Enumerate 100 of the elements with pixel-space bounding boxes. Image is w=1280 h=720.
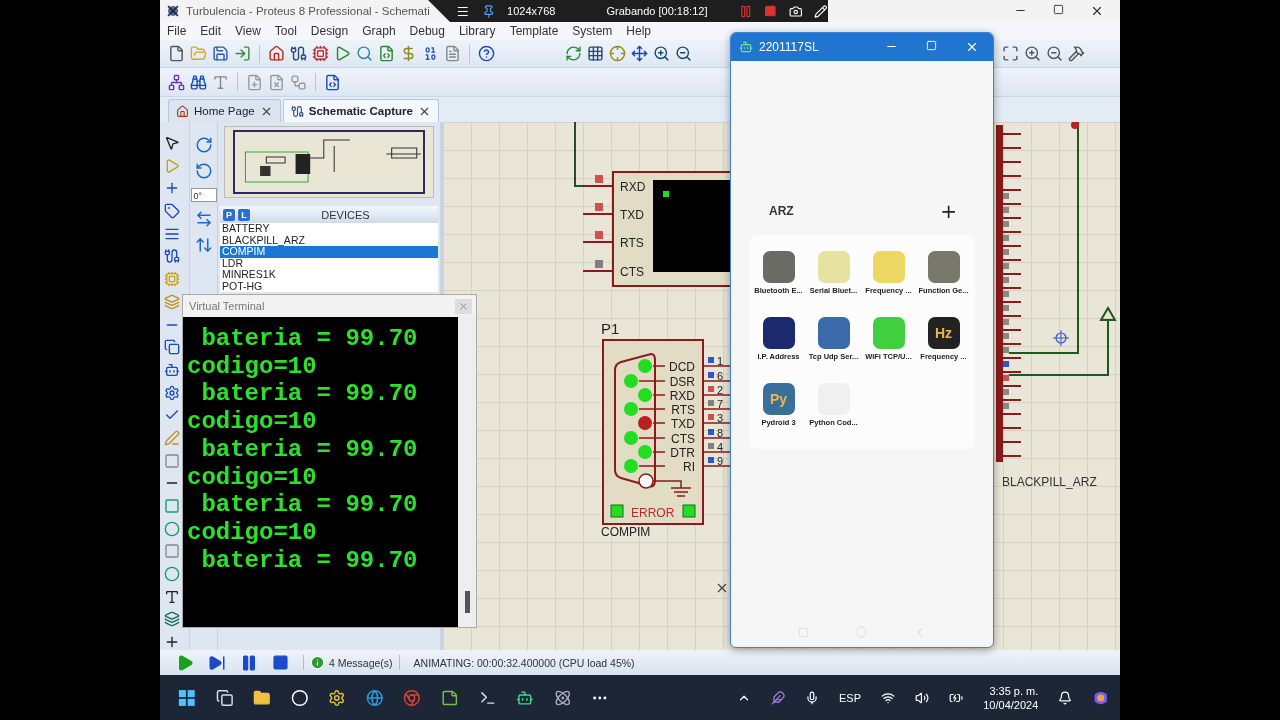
mode-button[interactable]: P bbox=[223, 208, 235, 221]
camera-icon[interactable] bbox=[788, 3, 803, 19]
zoom-out-icon[interactable] bbox=[1046, 45, 1063, 62]
close-icon[interactable] bbox=[1090, 4, 1104, 18]
cable-icon[interactable] bbox=[290, 45, 307, 62]
browser-icon[interactable] bbox=[365, 687, 384, 708]
message-count[interactable]: 4 Message(s) bbox=[329, 656, 393, 669]
pointer-icon[interactable] bbox=[164, 135, 180, 151]
rotate-clockwise-icon[interactable] bbox=[194, 136, 213, 154]
task-view-icon[interactable] bbox=[215, 687, 234, 708]
flip-horizontal-icon[interactable] bbox=[194, 210, 213, 228]
terminal-line: codigo=10 bbox=[187, 352, 318, 381]
notification-icon[interactable] bbox=[1058, 689, 1073, 706]
menu-item[interactable]: System bbox=[572, 24, 613, 38]
pause-icon[interactable] bbox=[738, 3, 753, 19]
simulation-status: ANIMATING: 00:00:32.400000 (CPU load 45%) bbox=[413, 656, 635, 669]
flip-vertical-icon[interactable] bbox=[194, 236, 213, 254]
device-item[interactable]: BLACKPILL_ARZ bbox=[220, 234, 438, 246]
device-item[interactable]: MINRES1K bbox=[220, 269, 438, 281]
text-icon[interactable] bbox=[164, 588, 180, 605]
enter-icon[interactable] bbox=[234, 45, 251, 62]
pencil-icon[interactable] bbox=[814, 3, 828, 19]
terminal-line: bateria = 99.70 bbox=[200, 435, 419, 464]
fit-icon[interactable] bbox=[1002, 45, 1019, 62]
crosshair-icon[interactable] bbox=[609, 45, 626, 62]
tab[interactable]: Schematic Capture bbox=[282, 99, 439, 122]
pause-icon[interactable] bbox=[240, 653, 258, 672]
step-icon[interactable] bbox=[208, 653, 226, 672]
language-indicator[interactable]: ESP bbox=[839, 691, 862, 704]
menu-item[interactable]: File bbox=[167, 24, 187, 38]
device-item[interactable]: LDR bbox=[220, 257, 438, 269]
indicator-square bbox=[682, 504, 696, 518]
play-icon[interactable] bbox=[176, 653, 194, 672]
menu-item[interactable]: Library bbox=[458, 24, 496, 38]
zoom-out-icon[interactable] bbox=[675, 45, 692, 62]
menu-item[interactable]: Debug bbox=[409, 24, 445, 38]
add-button[interactable]: + bbox=[940, 201, 957, 221]
microphone-icon[interactable] bbox=[804, 689, 820, 706]
pin-icon[interactable] bbox=[481, 3, 496, 19]
refresh-icon[interactable] bbox=[565, 45, 582, 62]
menu-item[interactable]: Help bbox=[626, 24, 652, 38]
zoom-in-icon[interactable] bbox=[653, 45, 670, 62]
start-icon[interactable] bbox=[178, 687, 196, 708]
menu-item[interactable]: Edit bbox=[200, 24, 222, 38]
circle-icon[interactable] bbox=[164, 520, 180, 537]
component-name: BLACKPILL_ARZ bbox=[1002, 475, 1097, 489]
zoom-in-icon[interactable] bbox=[1024, 45, 1041, 62]
scrollbar[interactable] bbox=[458, 317, 476, 627]
cable-icon[interactable] bbox=[164, 248, 180, 265]
clock-date[interactable]: 10/04/2024 bbox=[983, 698, 1039, 711]
feather-icon[interactable] bbox=[770, 689, 785, 706]
search-icon[interactable] bbox=[356, 45, 373, 62]
indicator-square bbox=[610, 504, 624, 518]
save-icon[interactable] bbox=[212, 45, 229, 62]
layers-icon[interactable] bbox=[164, 611, 180, 628]
binoculars-icon[interactable] bbox=[190, 73, 207, 91]
network-icon[interactable] bbox=[168, 73, 185, 91]
home-icon[interactable] bbox=[268, 45, 285, 62]
triangle-icon[interactable] bbox=[334, 45, 351, 62]
help-icon[interactable] bbox=[478, 45, 495, 62]
stop-icon[interactable] bbox=[272, 654, 289, 671]
device-item[interactable]: BATTERY bbox=[220, 223, 438, 235]
device-item[interactable]: COMPIM bbox=[220, 246, 438, 258]
clock-time[interactable]: 3:35 p. m. bbox=[989, 684, 1039, 697]
grid-icon[interactable] bbox=[587, 45, 604, 62]
app-icon[interactable]: Hz bbox=[927, 317, 960, 349]
tab[interactable]: Home Page bbox=[168, 99, 281, 122]
pin-label: RXD bbox=[620, 180, 646, 194]
copy-icon[interactable] bbox=[164, 339, 180, 356]
script-icon[interactable] bbox=[324, 73, 341, 91]
device-item[interactable]: POT-HG bbox=[220, 280, 438, 292]
tag-icon[interactable] bbox=[164, 203, 180, 220]
hammer-icon[interactable] bbox=[1068, 45, 1085, 62]
chrome-icon[interactable] bbox=[403, 687, 422, 708]
circle-icon[interactable] bbox=[164, 566, 180, 583]
menu-item[interactable]: Design bbox=[310, 24, 349, 38]
cable-icon bbox=[290, 104, 304, 118]
mode-button[interactable]: L bbox=[238, 208, 250, 221]
menu-item[interactable]: View bbox=[235, 24, 261, 38]
stop-icon[interactable] bbox=[764, 4, 777, 18]
file-icon[interactable] bbox=[168, 45, 185, 62]
angle-field[interactable]: 0° bbox=[190, 188, 217, 202]
rotate-counterclockwise-icon[interactable] bbox=[194, 162, 213, 180]
move-icon[interactable] bbox=[631, 45, 648, 62]
maximize-icon[interactable] bbox=[1053, 4, 1064, 15]
chip-icon[interactable] bbox=[312, 45, 329, 62]
record-icon[interactable] bbox=[290, 687, 309, 708]
file-code-icon[interactable] bbox=[378, 45, 395, 62]
menu-item[interactable]: Tool bbox=[274, 24, 297, 38]
gear-icon[interactable] bbox=[328, 687, 346, 708]
overview-panel[interactable] bbox=[224, 126, 434, 198]
app-icon[interactable] bbox=[762, 317, 795, 349]
document-icon[interactable] bbox=[444, 45, 461, 62]
window-title: 2201117SL bbox=[759, 40, 819, 54]
menu-item[interactable]: Graph bbox=[362, 24, 396, 38]
window-title: Turbulencia - Proteus 8 Professional - Schemati bbox=[186, 5, 430, 17]
info-icon[interactable] bbox=[310, 655, 325, 670]
robot-icon[interactable] bbox=[164, 361, 180, 378]
gear-icon[interactable] bbox=[164, 384, 180, 401]
menu-item[interactable]: Template bbox=[509, 24, 559, 38]
